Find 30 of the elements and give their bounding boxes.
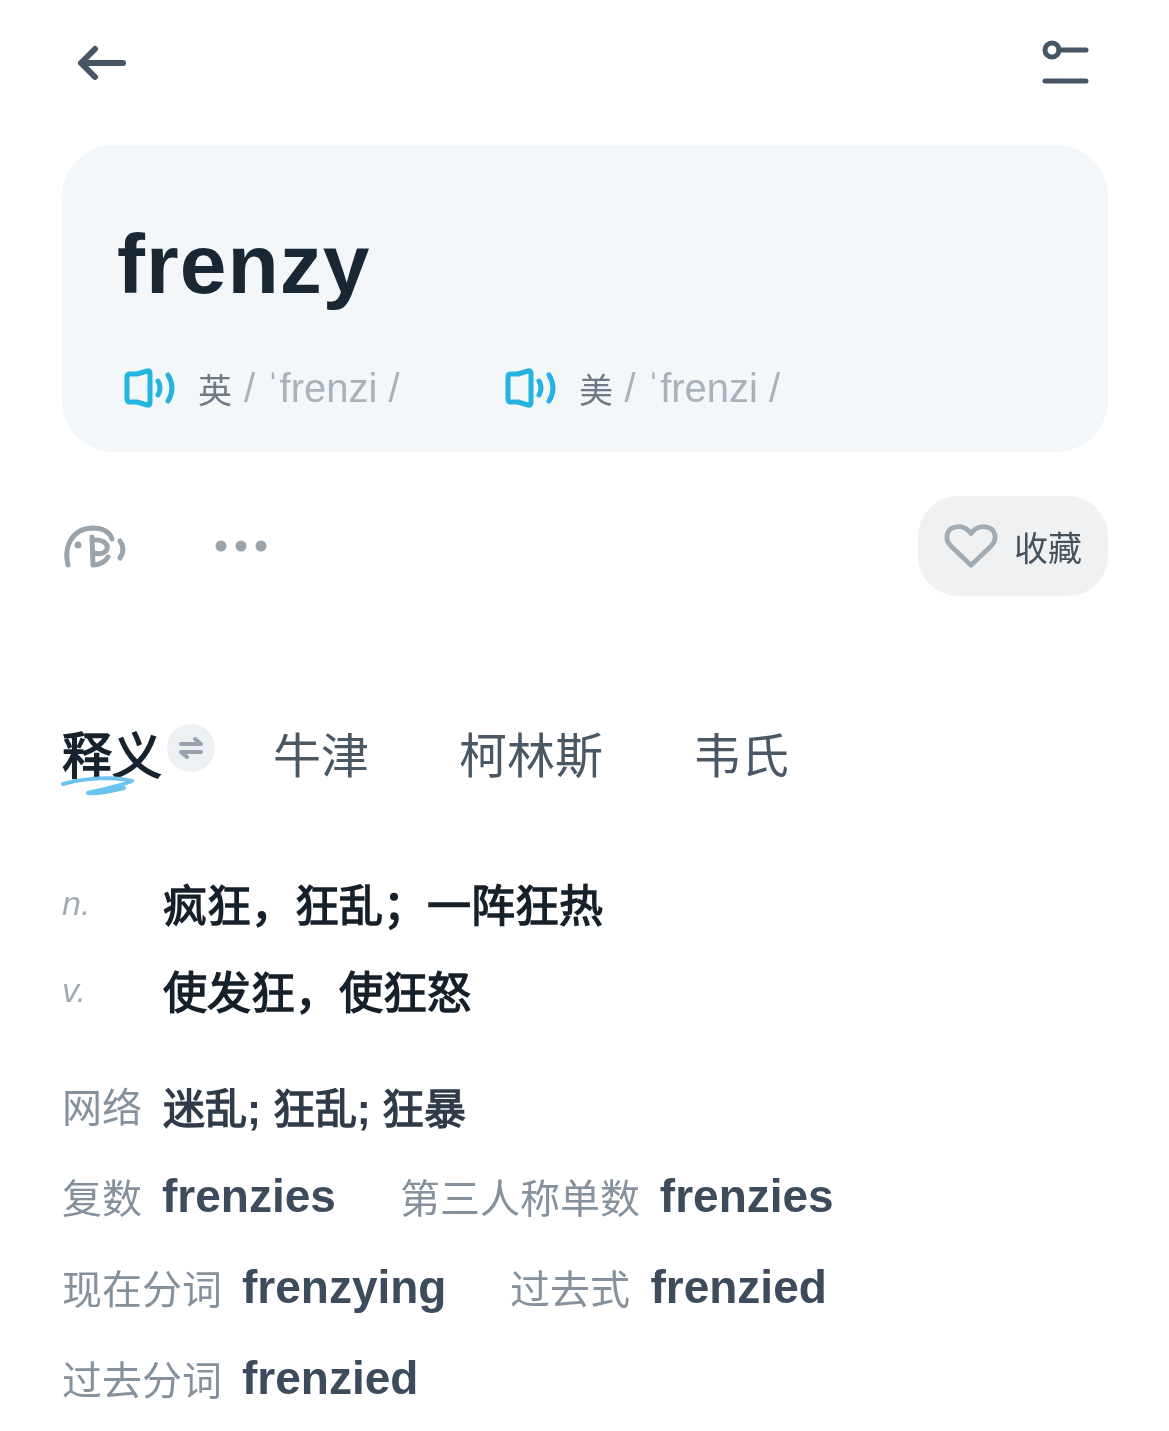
- word-form-label: 过去式: [510, 1267, 631, 1314]
- collect-button[interactable]: 收藏: [918, 496, 1108, 596]
- phonetic-text: / ˈfrenzi /: [244, 365, 400, 411]
- dictionary-tab[interactable]: 牛津: [273, 718, 369, 796]
- web-definition-text: 迷乱; 狂乱; 狂暴: [163, 1084, 467, 1135]
- word-form-value: frenzied: [650, 1260, 827, 1314]
- word-form-label: 过去分词: [62, 1358, 222, 1405]
- dictionary-tab[interactable]: 释义: [62, 718, 162, 796]
- part-of-speech: n.: [62, 883, 92, 923]
- word-form-label: 复数: [62, 1176, 142, 1223]
- swap-icon[interactable]: [167, 724, 215, 772]
- part-of-speech: v.: [62, 970, 87, 1010]
- headword: frenzy: [117, 216, 372, 313]
- phonetic-text: / ˈfrenzi /: [624, 365, 781, 411]
- web-label: 网络: [62, 1085, 142, 1132]
- more-icon[interactable]: [215, 540, 267, 552]
- definition-text: 使发狂，使狂怒: [163, 968, 471, 1020]
- dictionary-tab[interactable]: 柯林斯: [459, 718, 603, 796]
- word-form-value: frenzying: [242, 1260, 447, 1314]
- word-form-value: frenzies: [659, 1169, 834, 1223]
- accent-label: 英: [198, 370, 232, 412]
- word-form-value: frenzied: [242, 1351, 419, 1405]
- definition-text: 疯狂，狂乱；一阵狂热: [163, 881, 603, 933]
- accent-label: 美: [578, 370, 613, 412]
- settings-sliders-icon[interactable]: [1042, 40, 1090, 86]
- word-form-label: 现在分词: [62, 1267, 222, 1314]
- word-form-label: 第三人称单数: [399, 1176, 640, 1223]
- dictionary-tab[interactable]: 韦氏: [693, 718, 789, 796]
- back-arrow-icon[interactable]: [75, 45, 127, 81]
- word-form-value: frenzies: [162, 1169, 336, 1223]
